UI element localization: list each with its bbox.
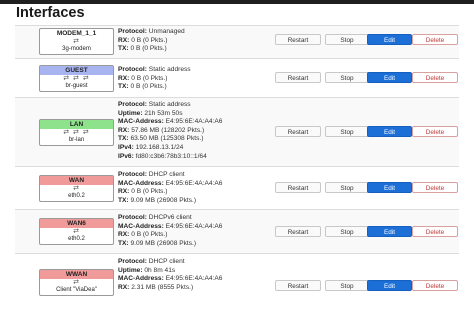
interface-badge: LAN ⇄ ⇄ ⇄ br-lan — [39, 119, 114, 146]
interface-device: 3g-modem — [62, 46, 91, 52]
delete-button[interactable]: Delete — [412, 126, 458, 137]
network-device-icon: ⇄ ⇄ ⇄ — [63, 75, 90, 82]
interface-row-wan: WAN ⇄ eth0.2 Protocol: DHCP client MAC-A… — [15, 166, 459, 209]
restart-button[interactable]: Restart — [275, 72, 321, 83]
interface-badge: WAN ⇄ eth0.2 — [39, 175, 114, 202]
network-device-icon: ⇄ ⇄ ⇄ — [63, 129, 90, 136]
stop-button[interactable]: Stop — [325, 182, 369, 193]
interface-name: MODEM_1_1 — [56, 30, 97, 37]
stop-button[interactable]: Stop — [325, 34, 369, 45]
interface-row-wan6: WAN6 ⇄ eth0.2 Protocol: DHCPv6 client MA… — [15, 209, 459, 253]
interface-status: Protocol: DHCPv6 client MAC-Address: E4:… — [118, 214, 223, 247]
interface-badge: WAN6 ⇄ eth0.2 — [39, 218, 114, 245]
delete-button[interactable]: Delete — [412, 182, 458, 193]
delete-button[interactable]: Delete — [412, 72, 458, 83]
interface-row-guest: GUEST ⇄ ⇄ ⇄ br-guest Protocol: Static ad… — [15, 58, 459, 97]
delete-button[interactable]: Delete — [412, 280, 458, 291]
delete-button[interactable]: Delete — [412, 34, 458, 45]
interface-status: Protocol: DHCP client Uptime: 0h 8m 41s … — [118, 258, 223, 291]
edit-button[interactable]: Edit — [367, 226, 412, 237]
interface-name: WAN — [40, 176, 113, 185]
interface-name: WAN6 — [40, 219, 113, 228]
interface-badge: GUEST ⇄ ⇄ ⇄ br-guest — [39, 65, 114, 92]
interface-device: Client "ViaDea" — [56, 287, 97, 293]
restart-button[interactable]: Restart — [275, 126, 321, 137]
network-device-icon: ⇄ — [73, 185, 80, 192]
interface-badge: MODEM_1_1 ⇄ 3g-modem — [39, 28, 114, 55]
stop-button[interactable]: Stop — [325, 226, 369, 237]
restart-button[interactable]: Restart — [275, 226, 321, 237]
interface-row-modem: MODEM_1_1 ⇄ 3g-modem Protocol: Unmanaged… — [15, 25, 459, 58]
edit-button[interactable]: Edit — [367, 126, 412, 137]
interface-name: LAN — [40, 120, 113, 129]
restart-button[interactable]: Restart — [275, 34, 321, 45]
restart-button[interactable]: Restart — [275, 182, 321, 193]
interface-device: eth0.2 — [68, 193, 85, 199]
interface-device: br-lan — [68, 137, 85, 143]
interfaces-table: MODEM_1_1 ⇄ 3g-modem Protocol: Unmanaged… — [15, 25, 459, 315]
edit-button[interactable]: Edit — [367, 72, 412, 83]
interface-status: Protocol: Static address RX: 0 B (0 Pkts… — [118, 66, 191, 91]
interface-status: Protocol: DHCP client MAC-Address: E4:95… — [118, 171, 223, 204]
stop-button[interactable]: Stop — [325, 126, 369, 137]
interface-device: br-guest — [65, 83, 88, 89]
wireless-device-icon: ⇄ — [73, 279, 80, 286]
interface-row-lan: LAN ⇄ ⇄ ⇄ br-lan Protocol: Static addres… — [15, 97, 459, 166]
interface-row-wwan: WWAN ⇄ Client "ViaDea" Protocol: DHCP cl… — [15, 253, 459, 304]
interface-name: GUEST — [40, 66, 113, 75]
network-device-icon: ⇄ — [73, 228, 80, 235]
interface-status: Protocol: Unmanaged RX: 0 B (0 Pkts.) TX… — [118, 28, 185, 53]
interface-badge: WWAN ⇄ Client "ViaDea" — [39, 269, 114, 296]
restart-button[interactable]: Restart — [275, 280, 321, 291]
interface-status: Protocol: Static address Uptime: 21h 53m… — [118, 101, 223, 160]
top-bar — [0, 0, 474, 4]
edit-button[interactable]: Edit — [367, 280, 412, 291]
delete-button[interactable]: Delete — [412, 226, 458, 237]
page-title: Interfaces — [16, 5, 85, 21]
edit-button[interactable]: Edit — [367, 182, 412, 193]
interface-device: eth0.2 — [68, 236, 85, 242]
stop-button[interactable]: Stop — [325, 280, 369, 291]
stop-button[interactable]: Stop — [325, 72, 369, 83]
network-device-icon: ⇄ — [73, 38, 80, 45]
interface-name: WWAN — [40, 270, 113, 279]
edit-button[interactable]: Edit — [367, 34, 412, 45]
